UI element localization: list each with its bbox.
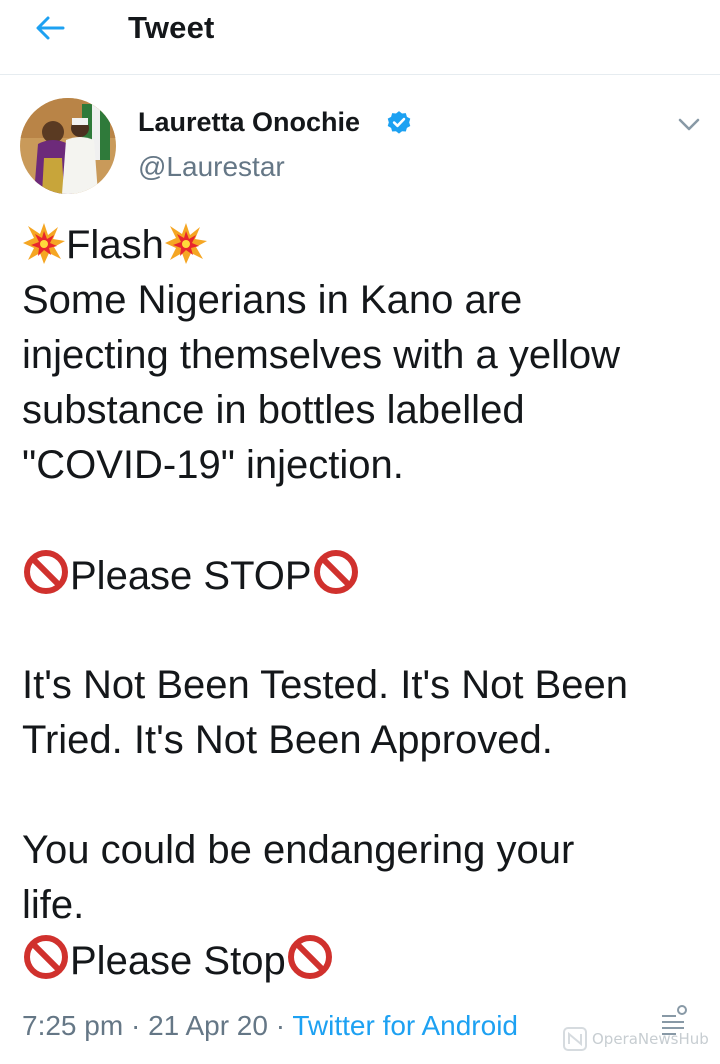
collision-emoji-icon — [23, 223, 65, 264]
avatar[interactable] — [20, 98, 116, 194]
tweet-text: Flash Some Nigerians in Kano are injecti… — [22, 218, 712, 988]
text-line: You could be endangering your — [22, 828, 575, 872]
tweet-meta: 7:25 pm · 21 Apr 20 · Twitter for Androi… — [22, 1010, 518, 1042]
please-stop-line: Please STOP — [22, 548, 712, 603]
verified-badge-icon — [387, 111, 411, 134]
text-line: Tried. It's Not Been Approved. — [22, 718, 553, 762]
please-stop-label: Please STOP — [70, 554, 312, 598]
author-name[interactable]: Lauretta Onochie — [138, 107, 360, 138]
text-line: "COVID-19" injection. — [22, 443, 404, 487]
flash-label: Flash — [66, 223, 164, 267]
more-options-button[interactable] — [672, 108, 706, 142]
prohibited-icon — [24, 935, 68, 979]
meta-separator: · — [123, 1010, 149, 1041]
text-line: substance in bottles labelled — [22, 388, 525, 432]
please-stop-label: Please Stop — [70, 939, 286, 983]
please-stop-line: Please Stop — [22, 933, 712, 988]
prohibited-icon — [287, 935, 332, 979]
top-bar: Tweet — [0, 0, 720, 75]
chevron-down-icon — [678, 118, 700, 131]
tweet-time: 7:25 pm — [22, 1010, 124, 1041]
prohibited-icon — [313, 550, 358, 594]
tweet-date: 21 Apr 20 — [148, 1010, 268, 1041]
text-line: It's Not Been Tested. It's Not Been — [22, 663, 628, 707]
tweet-source-link[interactable]: Twitter for Android — [292, 1010, 518, 1041]
reading-list-icon[interactable] — [656, 1004, 690, 1038]
text-line: injecting themselves with a yellow — [22, 333, 621, 377]
author-handle[interactable]: @Laurestar — [138, 151, 285, 183]
profile-photo — [20, 98, 116, 194]
text-line: life. — [22, 883, 85, 927]
text-line: Some Nigerians in Kano are — [22, 278, 523, 322]
opera-news-logo-icon — [563, 1027, 587, 1051]
watermark-text: OperaNewsHub — [592, 1030, 709, 1048]
page-title: Tweet — [128, 10, 215, 45]
collision-emoji-icon — [164, 223, 207, 264]
tweet-screen: Tweet Lauretta Onochie @Laurestar Flash … — [0, 0, 720, 1064]
flash-line: Flash — [22, 218, 712, 273]
meta-separator: · — [267, 1010, 293, 1041]
arrow-left-icon — [36, 16, 65, 40]
prohibited-icon — [24, 550, 68, 594]
back-button[interactable] — [22, 8, 78, 48]
